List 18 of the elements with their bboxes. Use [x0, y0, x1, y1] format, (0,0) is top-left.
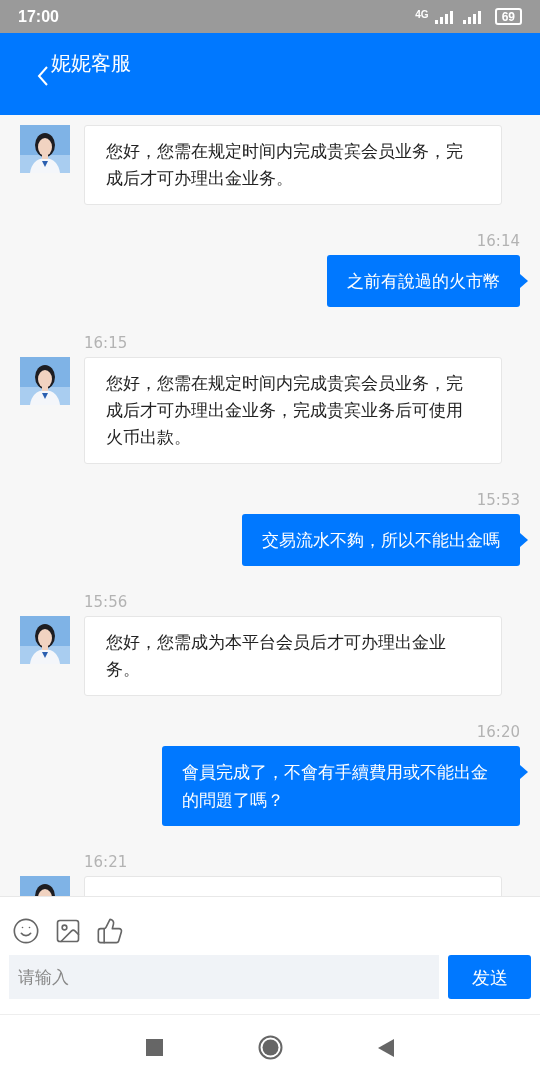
message-time: 15:53 [476, 491, 520, 509]
message-time: 16:15 [84, 334, 129, 352]
message-time: 16:14 [476, 232, 520, 250]
message-bubble: 之前有說過的火市幣 [327, 255, 520, 307]
status-time: 17:00 [18, 6, 59, 27]
send-button[interactable]: 发送 [448, 955, 531, 999]
message-bubble: 交易流水不夠，所以不能出金嗎 [242, 514, 520, 566]
message-bubble: 您好，您需在规定时间内完成贵宾会员业务，完成后才可办理出金业务，完成贵宾业务后可使用火币出款。 [84, 357, 502, 464]
message-bubble: 會員完成了，不會有手續費用或不能出金的問題了嗎？ [162, 746, 520, 826]
network-label: 4G [415, 10, 429, 20]
chat-title: 妮妮客服 [51, 50, 131, 77]
message-bubble: 您好，您需成为本平台会员后才可办理出金业务。 [84, 616, 502, 696]
message-time: 16:21 [84, 853, 129, 871]
battery-indicator: 69 [494, 8, 522, 25]
message-input[interactable]: 请输入 [9, 955, 439, 999]
message-time: 15:56 [84, 593, 129, 611]
message-bubble: 您好，您需在规定时间内完成贵宾会员业务，完成后才可办理出金业务。 [84, 125, 502, 205]
message-time: 16:20 [476, 723, 520, 741]
